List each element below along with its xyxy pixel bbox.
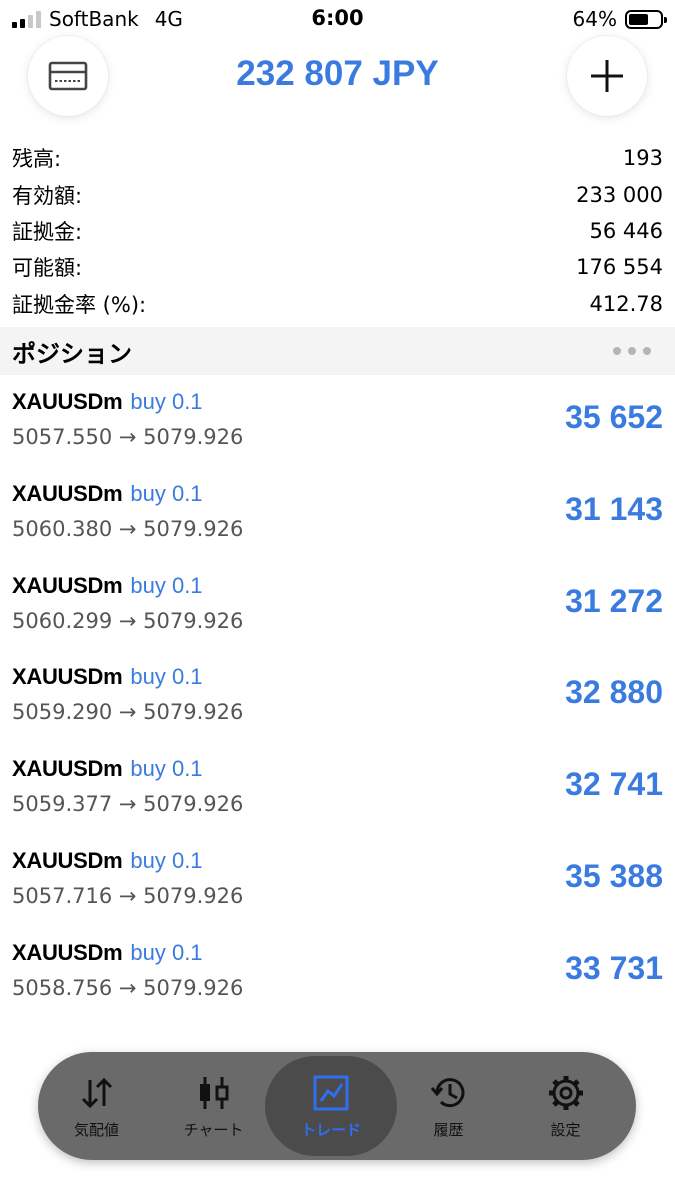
account-label: 証拠金:: [12, 219, 83, 244]
position-prices: 5058.756 → 5079.926: [12, 975, 244, 1000]
trade-icon: [311, 1073, 351, 1113]
positions-title: ポジション: [12, 339, 132, 368]
battery-percent: 64%: [572, 7, 617, 31]
account-value: 56 446: [589, 218, 663, 243]
position-row[interactable]: XAUUSDm buy 0.1 5059.377 → 5079.926 32 7…: [0, 742, 675, 834]
position-symbol: XAUUSDm: [12, 664, 123, 690]
position-row[interactable]: XAUUSDm buy 0.1 5060.299 → 5079.926 31 2…: [0, 559, 675, 651]
plus-icon: [591, 60, 623, 92]
position-side: buy 0.1: [130, 756, 203, 782]
tab-settings[interactable]: 設定: [507, 1056, 624, 1156]
position-prices: 5059.377 → 5079.926: [12, 792, 244, 817]
new-order-button[interactable]: [567, 36, 647, 116]
position-row[interactable]: XAUUSDm buy 0.1 5057.716 → 5079.926 35 3…: [0, 834, 675, 926]
status-bar-left: SoftBank 4G: [12, 7, 183, 31]
account-summary: 残高: 193 有効額: 233 000 証拠金: 56 446 可能額: 17…: [0, 140, 675, 322]
tab-history[interactable]: 履歴: [390, 1056, 507, 1156]
account-label: 証拠金率 (%):: [12, 292, 147, 317]
status-bar: SoftBank 4G 6:00 64%: [0, 0, 675, 38]
position-title: XAUUSDm buy 0.1: [12, 664, 203, 690]
battery-fill: [629, 13, 649, 25]
position-prices: 5057.716 → 5079.926: [12, 883, 244, 908]
tab-chart[interactable]: チャート: [155, 1056, 272, 1156]
account-label: 有効額:: [12, 183, 83, 208]
position-symbol: XAUUSDm: [12, 756, 123, 782]
account-label: 残高:: [12, 147, 62, 172]
carrier-name: SoftBank: [49, 7, 139, 31]
tab-trade[interactable]: トレード: [265, 1056, 397, 1156]
account-value: 176 554: [576, 255, 663, 280]
tab-label: チャート: [183, 1120, 244, 1139]
position-side: buy 0.1: [130, 939, 203, 965]
position-profit: 31 272: [565, 582, 663, 619]
positions-list: XAUUSDm buy 0.1 5057.550 → 5079.926 35 6…: [0, 375, 675, 1018]
position-prices: 5060.299 → 5079.926: [12, 608, 244, 633]
account-label: 可能額:: [12, 256, 83, 281]
position-title: XAUUSDm buy 0.1: [12, 756, 203, 782]
position-prices: 5057.550 → 5079.926: [12, 425, 244, 449]
position-row[interactable]: XAUUSDm buy 0.1 5059.290 → 5079.926 32 8…: [0, 650, 675, 742]
account-value: 233 000: [576, 182, 663, 207]
position-side: buy 0.1: [130, 389, 203, 414]
status-bar-right: 64%: [572, 7, 667, 31]
position-row[interactable]: XAUUSDm buy 0.1 5058.756 → 5079.926 33 7…: [0, 926, 675, 1018]
settings-icon: [546, 1073, 586, 1113]
position-side: buy 0.1: [130, 572, 203, 598]
account-row-balance: 残高: 193: [0, 140, 675, 176]
account-value: 412.78: [589, 291, 663, 316]
position-profit: 33 731: [565, 949, 663, 986]
position-profit: 32 880: [565, 674, 663, 711]
position-profit: 35 652: [565, 399, 663, 435]
position-symbol: XAUUSDm: [12, 572, 123, 598]
position-row[interactable]: XAUUSDm buy 0.1 5060.380 → 5079.926 31 1…: [0, 467, 675, 559]
more-icon[interactable]: [613, 347, 651, 355]
account-row-margin-level: 証拠金率 (%): 412.78: [0, 286, 675, 322]
battery-icon: [625, 9, 667, 29]
quotes-icon: [77, 1073, 117, 1113]
account-row-free-margin: 可能額: 176 554: [0, 249, 675, 285]
position-symbol: XAUUSDm: [12, 939, 123, 965]
position-side: buy 0.1: [130, 847, 203, 873]
position-side: buy 0.1: [130, 480, 203, 506]
tab-label: トレード: [300, 1120, 361, 1139]
tab-label: 履歴: [433, 1120, 464, 1139]
tab-quotes[interactable]: 気配値: [38, 1056, 155, 1156]
position-symbol: XAUUSDm: [12, 480, 123, 506]
position-symbol: XAUUSDm: [12, 847, 123, 873]
tab-bar: 気配値 チャート トレード 履歴 設定: [38, 1052, 636, 1160]
position-prices: 5060.380 → 5079.926: [12, 516, 244, 541]
trade-screen: SoftBank 4G 6:00 64% 232 807 JPY 残高: 193…: [0, 0, 675, 1200]
account-row-margin: 証拠金: 56 446: [0, 213, 675, 249]
account-value: 193: [622, 146, 663, 171]
position-profit: 32 741: [565, 766, 663, 803]
position-title: XAUUSDm buy 0.1: [12, 848, 203, 874]
position-title: XAUUSDm buy 0.1: [12, 940, 203, 966]
position-row[interactable]: XAUUSDm buy 0.1 5057.550 → 5079.926 35 6…: [0, 375, 675, 467]
position-title: XAUUSDm buy 0.1: [12, 389, 203, 415]
account-card-button[interactable]: [28, 36, 108, 116]
chart-icon: [194, 1073, 234, 1113]
position-profit: 31 143: [565, 490, 663, 527]
tab-label: 設定: [550, 1120, 581, 1139]
signal-icon: [12, 10, 41, 28]
position-symbol: XAUUSDm: [12, 389, 123, 414]
position-profit: 35 388: [565, 857, 663, 894]
positions-section-header: ポジション: [0, 327, 675, 375]
history-icon: [429, 1073, 469, 1113]
position-prices: 5059.290 → 5079.926: [12, 700, 244, 725]
tab-label: 気配値: [73, 1120, 119, 1139]
account-row-equity: 有効額: 233 000: [0, 176, 675, 212]
position-side: buy 0.1: [130, 664, 203, 690]
header: 232 807 JPY: [0, 36, 675, 116]
position-title: XAUUSDm buy 0.1: [12, 481, 203, 507]
network-type: 4G: [154, 7, 183, 31]
card-icon: [48, 61, 88, 91]
position-title: XAUUSDm buy 0.1: [12, 573, 203, 599]
